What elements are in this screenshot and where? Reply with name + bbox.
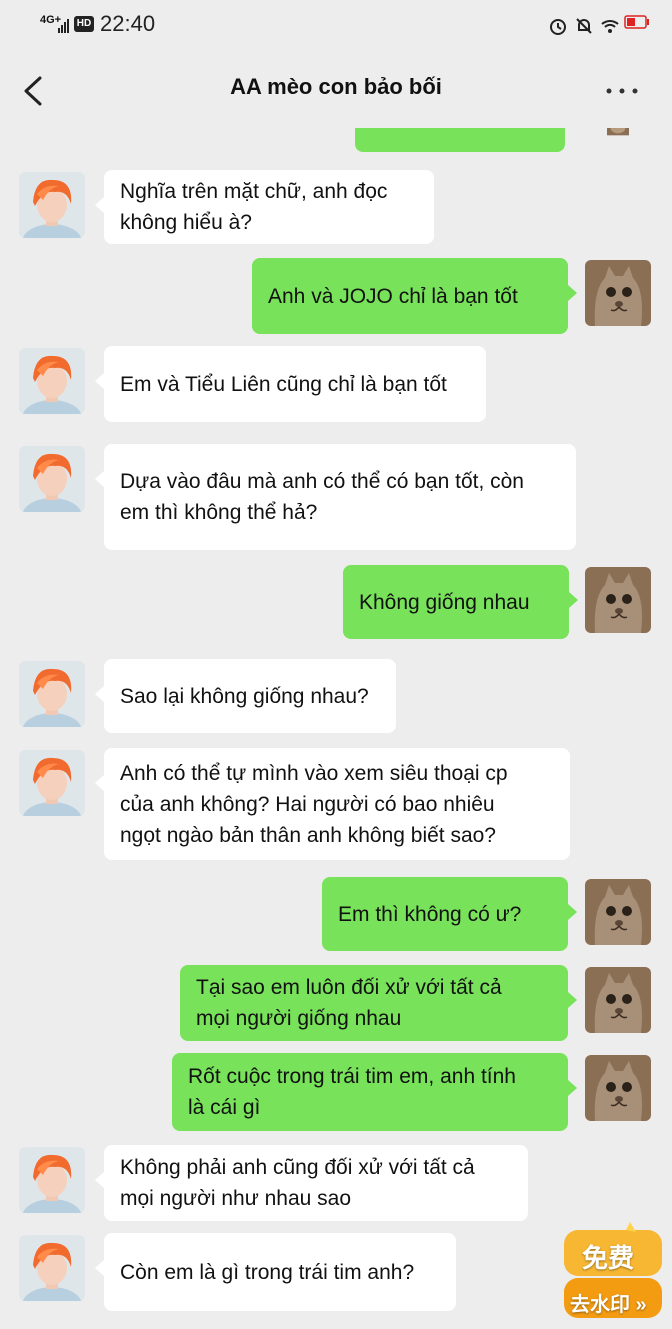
message-text: Không giống nhau bbox=[359, 590, 530, 614]
incoming-message-bubble[interactable]: Em và Tiểu Liên cũng chỉ là bạn tốt bbox=[104, 346, 486, 422]
bubble-tail bbox=[95, 775, 104, 791]
alarm-icon bbox=[550, 19, 566, 35]
bubble-tail bbox=[95, 471, 104, 487]
previous-message-bubble[interactable] bbox=[355, 128, 565, 152]
contact-avatar[interactable] bbox=[19, 661, 85, 727]
chat-header: AA mèo con bảo bối bbox=[0, 52, 672, 128]
incoming-message-bubble[interactable]: Không phải anh cũng đối xử với tất cả mọ… bbox=[104, 1145, 528, 1221]
bubble-tail bbox=[569, 592, 578, 608]
outgoing-message-bubble[interactable]: Tại sao em luôn đối xử với tất cả mọi ng… bbox=[180, 965, 568, 1041]
bubble-tail bbox=[568, 992, 577, 1008]
own-avatar[interactable] bbox=[585, 967, 651, 1033]
bubble-tail bbox=[95, 197, 104, 213]
outgoing-message-bubble[interactable]: Không giống nhau bbox=[343, 565, 569, 639]
message-text: Còn em là gì trong trái tim anh? bbox=[120, 1260, 415, 1284]
own-avatar[interactable] bbox=[585, 879, 651, 945]
message-text: Dựa vào đâu mà anh có thể có bạn tốt, cò… bbox=[120, 470, 524, 524]
battery-icon bbox=[624, 15, 649, 29]
more-options-icon[interactable] bbox=[604, 86, 640, 96]
contact-avatar[interactable] bbox=[19, 446, 85, 512]
message-text: Em thì không có ư? bbox=[338, 902, 522, 926]
status-time: 22:40 bbox=[100, 11, 156, 36]
outgoing-message-bubble[interactable]: Em thì không có ư? bbox=[322, 877, 568, 951]
remove-watermark-badge[interactable]: 免费 去水印 » bbox=[560, 1218, 666, 1324]
contact-avatar[interactable] bbox=[19, 1235, 85, 1301]
badge-top-text: 免费 bbox=[582, 1243, 635, 1273]
contact-avatar[interactable] bbox=[19, 1147, 85, 1213]
bubble-tail bbox=[568, 904, 577, 920]
wifi-icon bbox=[601, 20, 619, 33]
bubble-tail bbox=[95, 1260, 104, 1276]
own-avatar[interactable] bbox=[585, 567, 651, 633]
incoming-message-bubble[interactable]: Anh có thể tự mình vào xem siêu thoại cp… bbox=[104, 748, 570, 860]
message-text: Không phải anh cũng đối xử với tất cả mọ… bbox=[120, 1156, 475, 1210]
bubble-tail bbox=[95, 1172, 104, 1188]
contact-avatar[interactable] bbox=[19, 750, 85, 816]
mute-icon bbox=[576, 18, 592, 34]
message-text: Em và Tiểu Liên cũng chỉ là bạn tốt bbox=[120, 372, 447, 396]
badge-bottom-text: 去水印 » bbox=[570, 1294, 647, 1316]
incoming-message-bubble[interactable]: Sao lại không giống nhau? bbox=[104, 659, 396, 733]
outgoing-message-bubble[interactable]: Rốt cuộc trong trái tim em, anh tính là … bbox=[172, 1053, 568, 1131]
bubble-tail bbox=[568, 285, 577, 301]
own-avatar[interactable] bbox=[585, 1055, 651, 1121]
incoming-message-bubble[interactable]: Dựa vào đâu mà anh có thể có bạn tốt, cò… bbox=[104, 444, 576, 550]
message-text: Anh và JOJO chỉ là bạn tốt bbox=[268, 284, 518, 308]
message-text: Nghĩa trên mặt chữ, anh đọc không hiểu à… bbox=[120, 180, 388, 234]
message-text: Rốt cuộc trong trái tim em, anh tính là … bbox=[188, 1065, 516, 1119]
own-avatar[interactable] bbox=[585, 260, 651, 326]
incoming-message-bubble[interactable]: Còn em là gì trong trái tim anh? bbox=[104, 1233, 456, 1311]
bubble-tail bbox=[95, 686, 104, 702]
outgoing-message-bubble[interactable]: Anh và JOJO chỉ là bạn tốt bbox=[252, 258, 568, 334]
message-text: Anh có thể tự mình vào xem siêu thoại cp… bbox=[120, 761, 508, 847]
bubble-tail bbox=[95, 373, 104, 389]
chat-title: AA mèo con bảo bối bbox=[230, 74, 442, 99]
incoming-message-bubble[interactable]: Nghĩa trên mặt chữ, anh đọc không hiểu à… bbox=[104, 170, 434, 244]
contact-avatar[interactable] bbox=[19, 172, 85, 238]
bubble-tail bbox=[568, 1080, 577, 1096]
own-avatar[interactable] bbox=[585, 128, 651, 150]
message-text: Sao lại không giống nhau? bbox=[120, 684, 369, 708]
status-bar: 4G+ HD 22:40 bbox=[0, 0, 672, 52]
contact-avatar[interactable] bbox=[19, 348, 85, 414]
message-text: Tại sao em luôn đối xử với tất cả mọi ng… bbox=[196, 976, 502, 1030]
status-icons bbox=[548, 14, 620, 38]
signal-icon bbox=[58, 19, 69, 33]
hd-badge: HD bbox=[74, 16, 94, 32]
